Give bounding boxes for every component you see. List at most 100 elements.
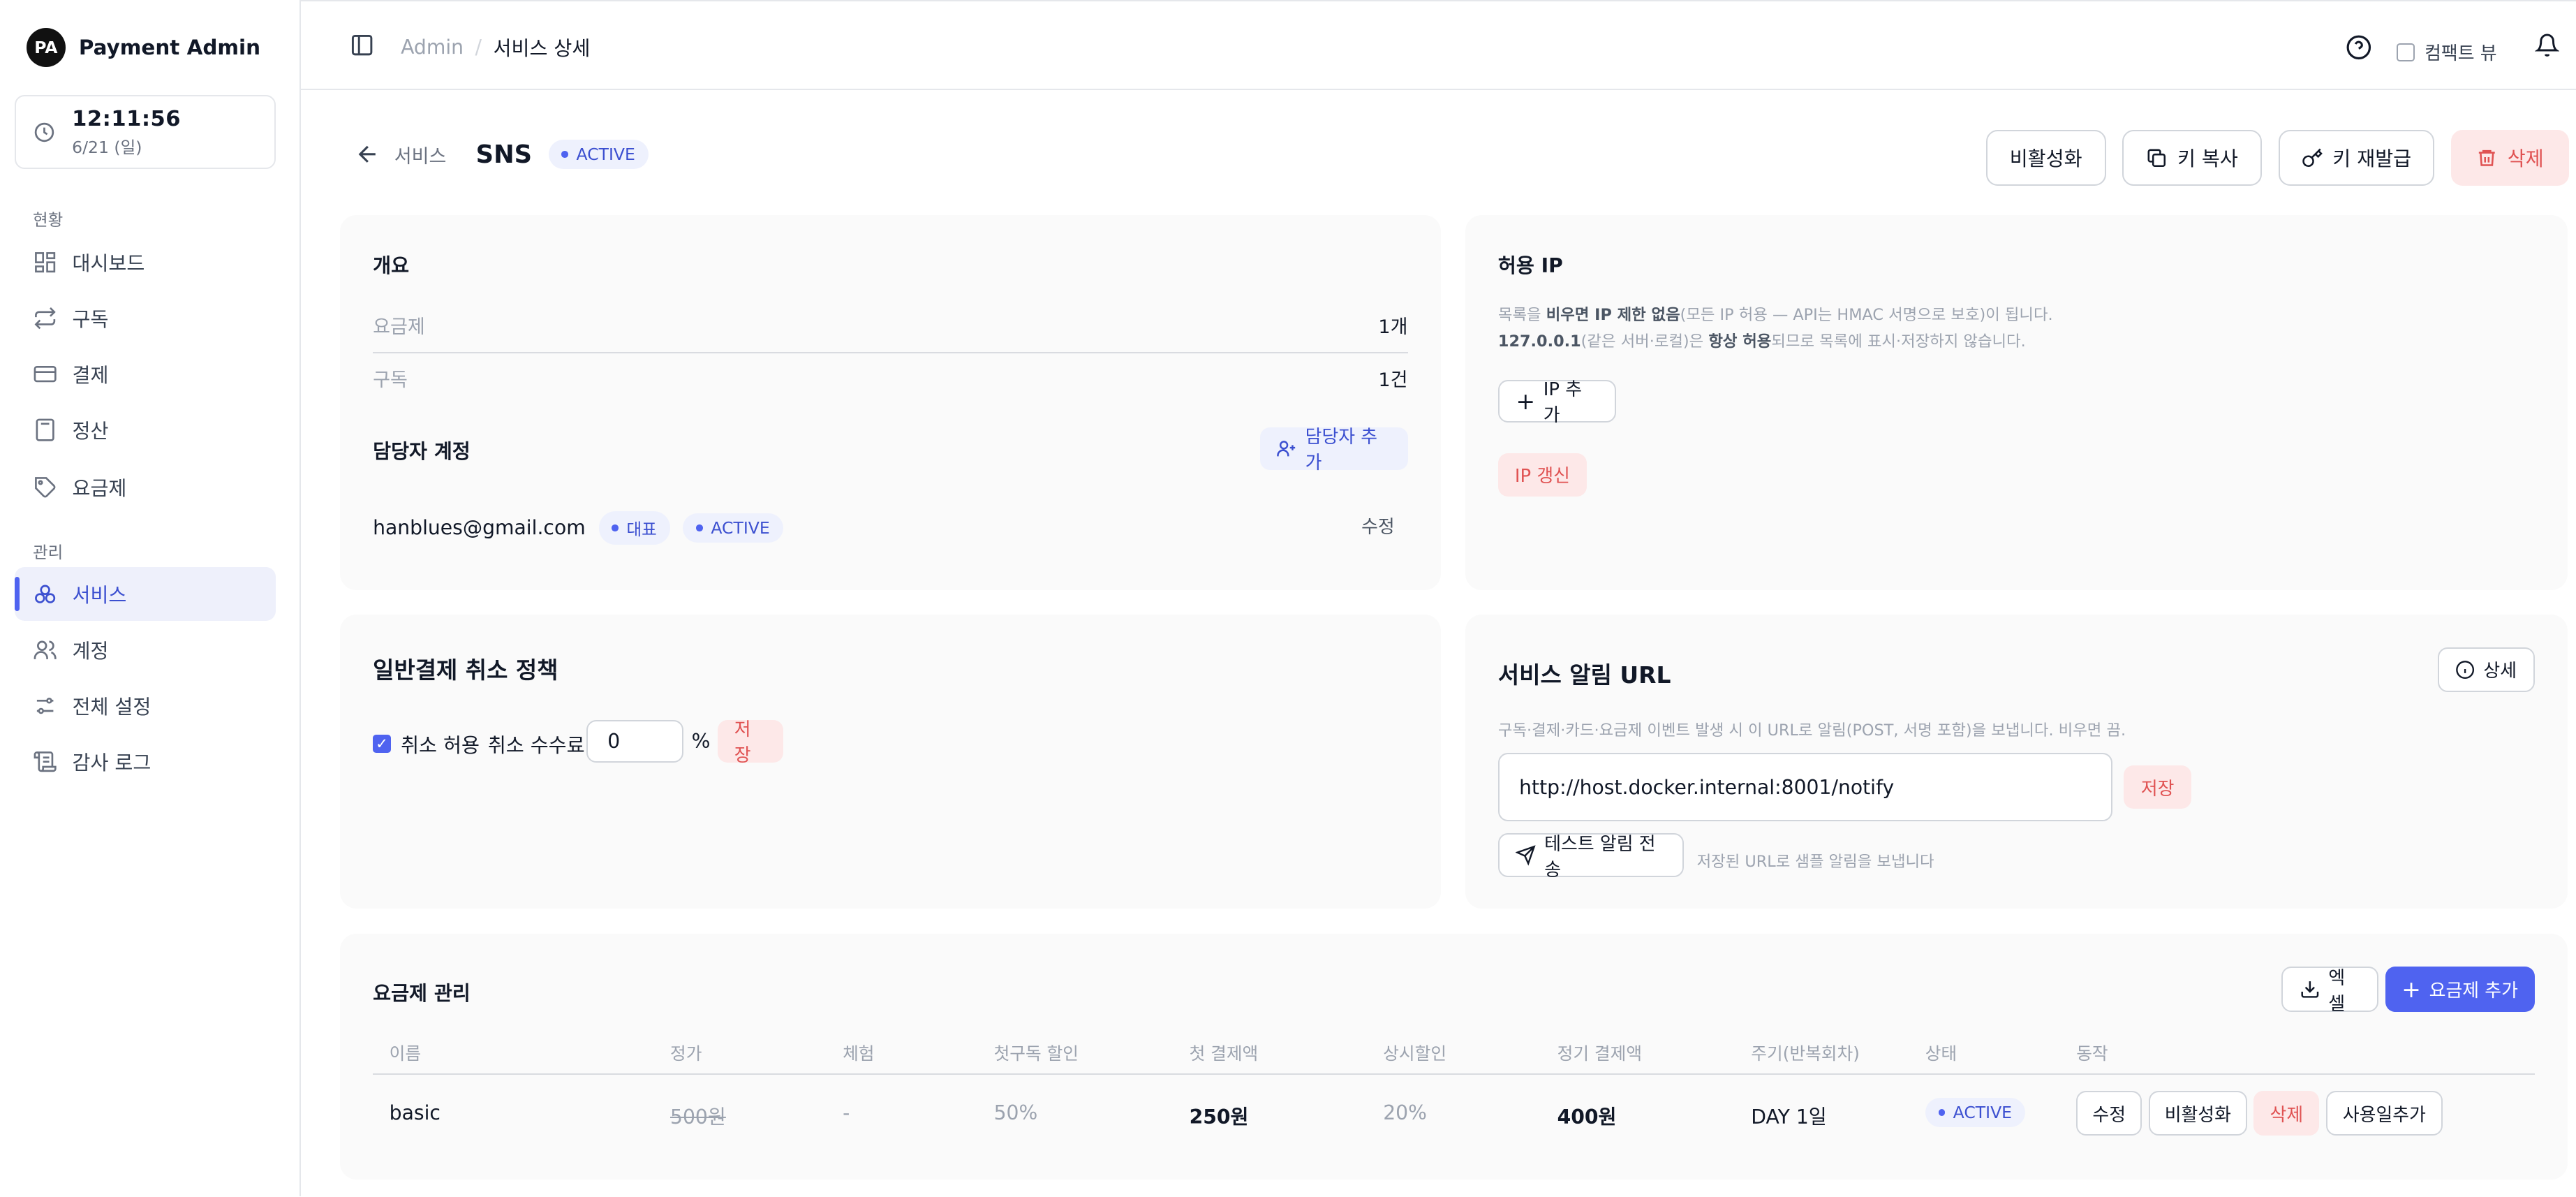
overview-card: 개요 요금제 1개 구독 1건 담당자 계정 담당자 추가 hanblues@g… bbox=[340, 215, 1441, 590]
plans-count-label: 요금제 bbox=[373, 316, 425, 339]
add-ip-label: IP 추가 bbox=[1543, 379, 1583, 427]
user-plus-icon bbox=[1277, 441, 1296, 457]
sidebar-item-label: 구독 bbox=[72, 307, 109, 331]
delete-button-label: 삭제 bbox=[2507, 147, 2544, 171]
sidebar-item-label: 정산 bbox=[72, 419, 109, 443]
add-plan-button[interactable]: + 요금제 추가 bbox=[2385, 966, 2535, 1013]
notify-detail-button[interactable]: 상세 bbox=[2437, 647, 2535, 692]
breadcrumb-admin[interactable]: Admin bbox=[401, 36, 464, 59]
users-icon bbox=[34, 640, 57, 659]
settings-icon bbox=[36, 697, 54, 714]
refresh-ip-button[interactable]: IP 갱신 bbox=[1497, 453, 1587, 497]
plan-recurring-amount: 400원 bbox=[1557, 1105, 1617, 1129]
table-header-divider bbox=[373, 1073, 2535, 1075]
topbar: Admin / 서비스 상세 컴팩트 뷰 bbox=[300, 0, 2576, 91]
plan-delete-button[interactable]: 삭제 bbox=[2253, 1091, 2320, 1136]
send-icon bbox=[1516, 845, 1537, 866]
sidebar-toggle-button[interactable] bbox=[350, 33, 374, 64]
cancel-policy-save-button[interactable]: 저장 bbox=[718, 719, 784, 766]
deactivate-button[interactable]: 비활성화 bbox=[1985, 129, 2106, 186]
back-link[interactable]: 서비스 bbox=[355, 141, 446, 168]
test-notify-hint: 저장된 URL로 샘플 알림을 보냅니다 bbox=[1696, 853, 1934, 872]
compact-view-checkbox[interactable] bbox=[2397, 43, 2415, 61]
desc-text: (모든 IP 허용 — API는 HMAC 서명으로 보호)이 됩니다. bbox=[1680, 305, 2053, 324]
sidebar-item-global-settings[interactable]: 전체 설정 bbox=[15, 679, 276, 733]
notifications-button[interactable] bbox=[2534, 33, 2560, 64]
compact-view-label: 컴팩트 뷰 bbox=[2425, 43, 2497, 65]
copy-key-button[interactable]: 키 복사 bbox=[2122, 129, 2263, 186]
sidebar-item-subscriptions[interactable]: 구독 bbox=[15, 291, 276, 345]
clock-widget: 12:11:56 6/21 (일) bbox=[15, 95, 276, 170]
sidebar-item-label: 대시보드 bbox=[72, 251, 145, 275]
column-header: 주기(반복회차) bbox=[1751, 1043, 1860, 1064]
plan-status-badge: ACTIVE bbox=[1925, 1097, 2025, 1127]
cancel-allow-toggle[interactable]: ✓ 취소 허용 bbox=[373, 730, 480, 758]
excel-export-label: 엑셀 bbox=[2328, 967, 2346, 1015]
column-header: 동작 bbox=[2076, 1043, 2108, 1064]
overview-title: 개요 bbox=[373, 254, 410, 277]
managers-title: 담당자 계정 bbox=[373, 439, 471, 463]
cancel-fee-input[interactable]: 0 bbox=[586, 719, 683, 763]
sidebar-item-settlement[interactable]: 정산 bbox=[15, 402, 276, 457]
sidebar-item-label: 감사 로그 bbox=[72, 751, 151, 775]
subs-count-value: 1건 bbox=[1378, 369, 1408, 391]
sidebar-item-payments[interactable]: 결제 bbox=[15, 346, 276, 401]
sidebar-item-dashboard[interactable]: 대시보드 bbox=[15, 235, 276, 289]
plan-cycle: DAY 1일 bbox=[1751, 1105, 1827, 1129]
brand-name: Payment Admin bbox=[78, 36, 261, 60]
plans-count-value: 1개 bbox=[1378, 316, 1408, 339]
help-button[interactable] bbox=[2346, 34, 2372, 67]
plan-add-days-button[interactable]: 사용일추가 bbox=[2325, 1091, 2443, 1136]
column-header: 이름 bbox=[389, 1043, 422, 1064]
add-manager-label: 담당자 추가 bbox=[1305, 427, 1378, 474]
breadcrumb-current: 서비스 상세 bbox=[493, 36, 591, 60]
sidebar-item-accounts[interactable]: 계정 bbox=[15, 623, 276, 677]
manager-email: hanblues@gmail.com bbox=[373, 516, 586, 540]
sidebar-item-audit-log[interactable]: 감사 로그 bbox=[15, 735, 276, 789]
back-link-label: 서비스 bbox=[394, 145, 447, 168]
sidebar-item-label: 전체 설정 bbox=[72, 696, 151, 719]
plus-icon: + bbox=[2401, 976, 2421, 1003]
column-header: 상태 bbox=[1925, 1043, 1957, 1064]
add-ip-button[interactable]: + IP 추가 bbox=[1497, 379, 1617, 426]
manager-row: hanblues@gmail.com 대표 ACTIVE bbox=[373, 511, 783, 545]
clock-date: 6/21 (일) bbox=[72, 138, 142, 158]
manager-status-badge: ACTIVE bbox=[683, 513, 783, 543]
sidebar-item-services[interactable]: 서비스 bbox=[15, 566, 276, 622]
services-icon bbox=[35, 585, 56, 603]
breadcrumb-separator: / bbox=[475, 35, 482, 59]
sidebar-item-label: 요금제 bbox=[72, 477, 127, 501]
compact-view-toggle[interactable]: 컴팩트 뷰 bbox=[2397, 39, 2497, 65]
clock-time: 12:11:56 bbox=[72, 106, 182, 131]
test-notify-label: 테스트 알림 전송 bbox=[1544, 833, 1656, 881]
cancel-allow-checkbox[interactable]: ✓ bbox=[373, 735, 391, 754]
bell-icon bbox=[2534, 34, 2560, 57]
allowed-ip-card: 허용 IP 목록을 비우면 IP 제한 없음(모든 IP 허용 — API는 H… bbox=[1465, 215, 2568, 590]
delete-button[interactable]: 삭제 bbox=[2450, 129, 2570, 186]
brand-logo: PA bbox=[26, 28, 66, 68]
allowed-ip-desc-line2: 127.0.0.1(같은 서버·로컬)은 항상 허용되므로 목록에 표시·저장하… bbox=[1498, 329, 2053, 355]
copy-key-button-label: 키 복사 bbox=[2177, 147, 2238, 171]
brand[interactable]: PA Payment Admin bbox=[26, 28, 261, 68]
excel-export-button[interactable]: 엑셀 bbox=[2281, 966, 2379, 1015]
page-title: SNS bbox=[475, 140, 533, 169]
page-header: 서비스 SNS ACTIVE bbox=[355, 140, 649, 170]
notify-url-input[interactable]: http://host.docker.internal:8001/notify bbox=[1497, 752, 2112, 822]
test-notify-button[interactable]: 테스트 알림 전송 bbox=[1497, 832, 1684, 881]
column-header: 정기 결제액 bbox=[1557, 1043, 1643, 1064]
reissue-key-button[interactable]: 키 재발급 bbox=[2278, 129, 2435, 186]
clock-icon bbox=[34, 122, 54, 142]
tag-icon bbox=[35, 477, 56, 498]
manager-edit-button[interactable]: 수정 bbox=[1361, 513, 1395, 538]
plan-edit-button[interactable]: 수정 bbox=[2076, 1091, 2142, 1136]
sidebar-item-plans[interactable]: 요금제 bbox=[15, 460, 276, 515]
trash-icon bbox=[2478, 149, 2495, 166]
notify-description: 구독·결제·카드·요금제 이벤트 발생 시 이 URL로 알림(POST, 서명… bbox=[1497, 721, 2126, 740]
plan-deactivate-button[interactable]: 비활성화 bbox=[2148, 1091, 2247, 1136]
add-manager-button[interactable]: 담당자 추가 bbox=[1259, 427, 1408, 473]
desc-text: 되므로 목록에 표시·저장하지 않습니다. bbox=[1771, 332, 2026, 351]
desc-text: (같은 서버·로컬)은 bbox=[1581, 332, 1709, 351]
plan-trial: - bbox=[843, 1101, 850, 1124]
notify-url-save-button[interactable]: 저장 bbox=[2124, 765, 2191, 809]
nav-section-status: 현황 bbox=[33, 210, 64, 230]
